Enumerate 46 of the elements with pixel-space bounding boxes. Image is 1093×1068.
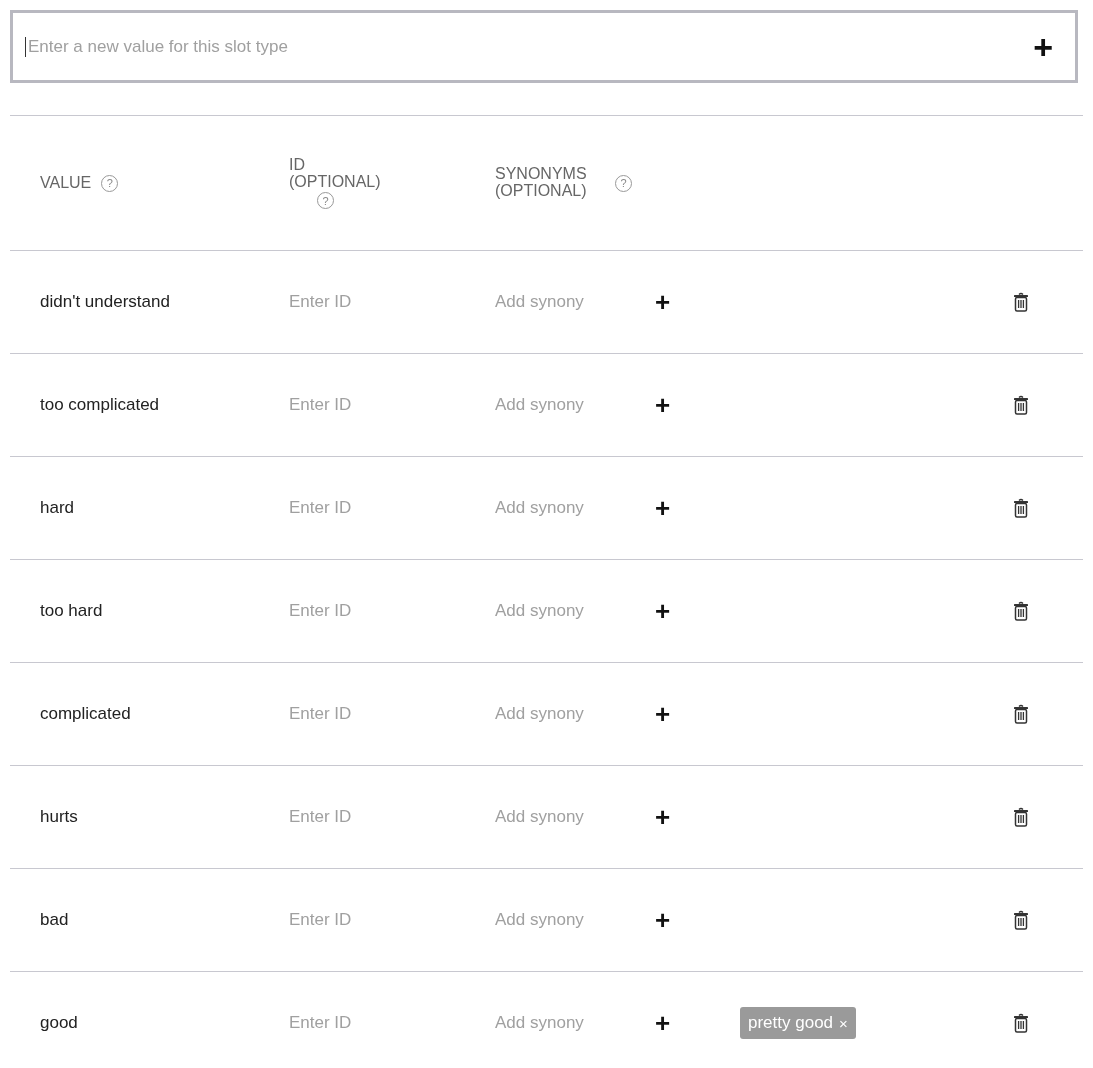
add-synonym-button[interactable]: + [655, 495, 671, 521]
trash-icon[interactable] [1013, 1013, 1029, 1033]
add-synonym-button[interactable]: + [655, 392, 671, 418]
id-field[interactable]: Enter ID [289, 807, 495, 827]
id-field[interactable]: Enter ID [289, 910, 495, 930]
value-text: bad [40, 910, 70, 930]
trash-icon[interactable] [1013, 292, 1029, 312]
column-header: ID (OPTIONAL) [289, 156, 382, 191]
value-text: hard [40, 498, 76, 518]
id-field[interactable]: Enter ID [289, 1013, 495, 1033]
trash-icon[interactable] [1013, 910, 1029, 930]
synonym-field[interactable]: Add synony [495, 704, 655, 724]
column-header: SYNONYMS (OPTIONAL) [495, 166, 588, 200]
trash-icon[interactable] [1013, 395, 1029, 415]
add-synonym-button[interactable]: + [655, 1010, 671, 1036]
add-synonym-button[interactable]: + [655, 289, 671, 315]
add-synonym-button[interactable]: + [655, 598, 671, 624]
synonym-field[interactable]: Add synony [495, 292, 655, 312]
trash-icon[interactable] [1013, 807, 1029, 827]
add-synonym-button[interactable]: + [655, 804, 671, 830]
add-synonym-button[interactable]: + [655, 701, 671, 727]
id-field[interactable]: Enter ID [289, 292, 495, 312]
value-text: good [40, 1013, 79, 1033]
value-text: hurts [40, 807, 79, 827]
synonym-field[interactable]: Add synony [495, 1013, 655, 1033]
value-text: didn't understand [40, 292, 171, 312]
synonym-field[interactable]: Add synony [495, 910, 655, 930]
trash-icon[interactable] [1013, 601, 1029, 621]
trash-icon[interactable] [1013, 704, 1029, 724]
new-value-field[interactable]: Enter a new value for this slot type + [10, 10, 1078, 83]
add-synonym-button[interactable]: + [655, 907, 671, 933]
id-field[interactable]: Enter ID [289, 498, 495, 518]
id-field[interactable]: Enter ID [289, 395, 495, 415]
value-text: complicated [40, 704, 132, 724]
synonym-field[interactable]: Add synony [495, 395, 655, 415]
trash-icon[interactable] [1013, 498, 1029, 518]
value-text: too hard [40, 601, 104, 621]
add-value-button[interactable]: + [1033, 29, 1053, 64]
id-field[interactable]: Enter ID [289, 601, 495, 621]
synonym-field[interactable]: Add synony [495, 601, 655, 621]
value-text: too complicated [40, 395, 161, 415]
synonym-field[interactable]: Add synony [495, 807, 655, 827]
column-header: VALUE [40, 174, 92, 192]
synonym-tag: pretty good × [740, 1007, 856, 1039]
id-field[interactable]: Enter ID [289, 704, 495, 724]
synonym-field[interactable]: Add synony [495, 498, 655, 518]
